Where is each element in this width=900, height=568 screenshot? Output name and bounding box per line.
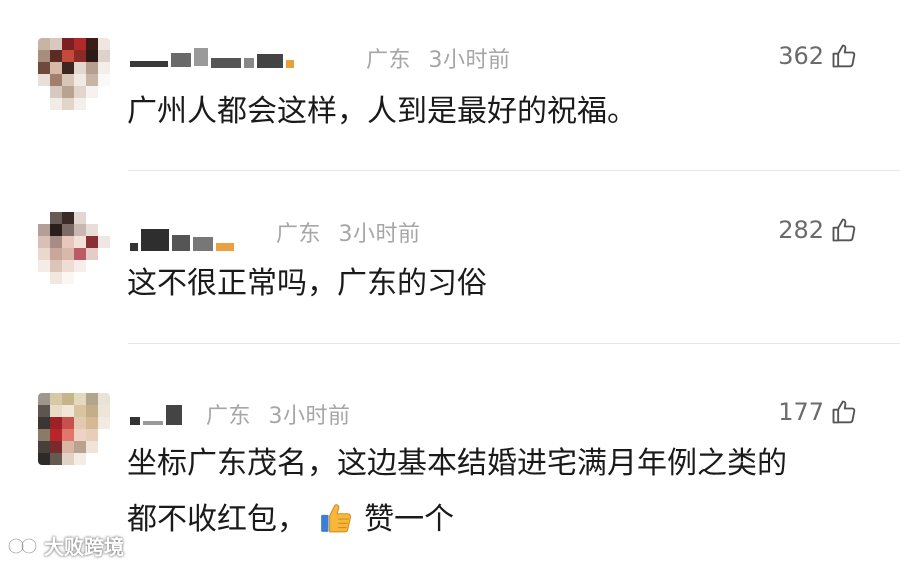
avatar[interactable] [38,212,110,284]
location-label: 广东 [206,404,252,429]
like-button[interactable]: 282 [778,216,858,244]
location-label: 广东 [366,48,412,73]
comment-meta: 广东 3小时前 [366,42,511,74]
avatar[interactable] [38,393,110,465]
like-button[interactable]: 362 [778,42,858,70]
comment-meta: 广东 3小时前 [206,398,351,430]
username-redacted[interactable] [130,402,182,426]
divider [128,170,900,171]
comment-text: 坐标广东茂名，这边基本结婚进宅满月年例之类的 都不收红包， 赞一个 [127,436,887,548]
watermark-logo-icon [8,537,38,554]
comment-text-line: 都不收红包， 赞一个 [127,492,887,548]
thumbs-up-icon [832,218,856,242]
comment-text-line: 坐标广东茂名，这边基本结婚进宅满月年例之类的 [127,446,787,481]
username-redacted[interactable] [130,45,294,69]
like-count: 177 [778,398,824,426]
username-redacted[interactable] [130,228,234,252]
comment-text-fragment: 赞一个 [364,502,455,537]
location-label: 广东 [276,222,322,247]
time-label: 3小时前 [338,222,421,247]
watermark: 大败跨境 [8,531,124,560]
comment-text-fragment: 都不收红包， [127,502,307,537]
like-count: 362 [778,42,824,70]
thumbs-up-icon [832,400,856,424]
thumbs-up-emoji-icon [320,504,351,533]
divider [128,343,900,344]
comment-text: 广州人都会这样，人到是最好的祝福。 [127,94,637,129]
time-label: 3小时前 [428,48,511,73]
thumbs-up-icon [832,44,856,68]
avatar[interactable] [38,38,110,110]
time-label: 3小时前 [268,404,351,429]
comment-text: 这不很正常吗，广东的习俗 [127,266,487,301]
comment-meta: 广东 3小时前 [276,216,421,248]
like-count: 282 [778,216,824,244]
watermark-text: 大败跨境 [44,535,124,559]
like-button[interactable]: 177 [778,398,858,426]
